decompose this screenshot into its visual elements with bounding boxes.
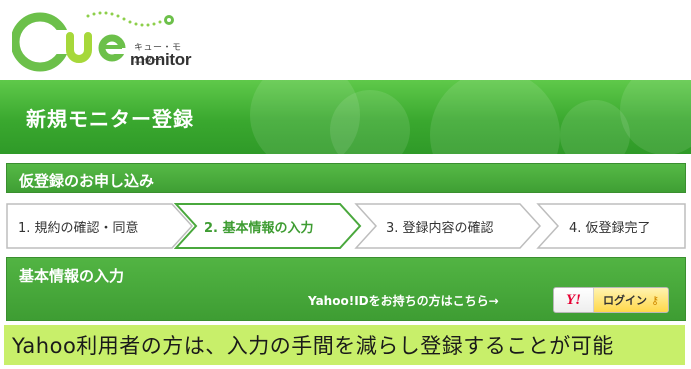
step-1-label: 1. 規約の確認・同意 [18,221,139,236]
yahoo-logo: Y! [554,288,594,312]
basic-info-title: 基本情報の入力 [19,267,125,285]
basic-info-panel: 基本情報の入力 Yahoo!IDをお持ちの方はこちら→ Y! ログイン ⚷ [6,257,686,321]
step-2-label: 2. 基本情報の入力 [204,221,314,236]
yahoo-login-area: ログイン ⚷ [594,288,668,312]
step-4-label: 4. 仮登録完了 [569,221,651,236]
caption-text: Yahoo利用者の方は、入力の手間を減らし登録することが可能 [4,325,685,365]
yahoo-id-prompt[interactable]: Yahoo!IDをお持ちの方はこちら→ [308,292,499,309]
section-header: 仮登録のお申し込み [6,163,686,193]
key-icon: ⚷ [650,293,660,307]
yahoo-login-label: ログイン [602,294,647,307]
page-title: 新規モニター登録 [26,107,194,131]
step-3-label: 3. 登録内容の確認 [386,221,494,236]
yahoo-login-button[interactable]: Y! ログイン ⚷ [553,287,669,313]
page-banner: 新規モニター登録 [0,80,691,154]
cue-monitor-logo[interactable]: キュー・モニター monitor [12,6,191,78]
progress-steps: 1. 規約の確認・同意 2. 基本情報の入力 3. 登録内容の確認 4. 仮登録… [6,203,686,249]
logo-word: monitor [130,50,192,69]
